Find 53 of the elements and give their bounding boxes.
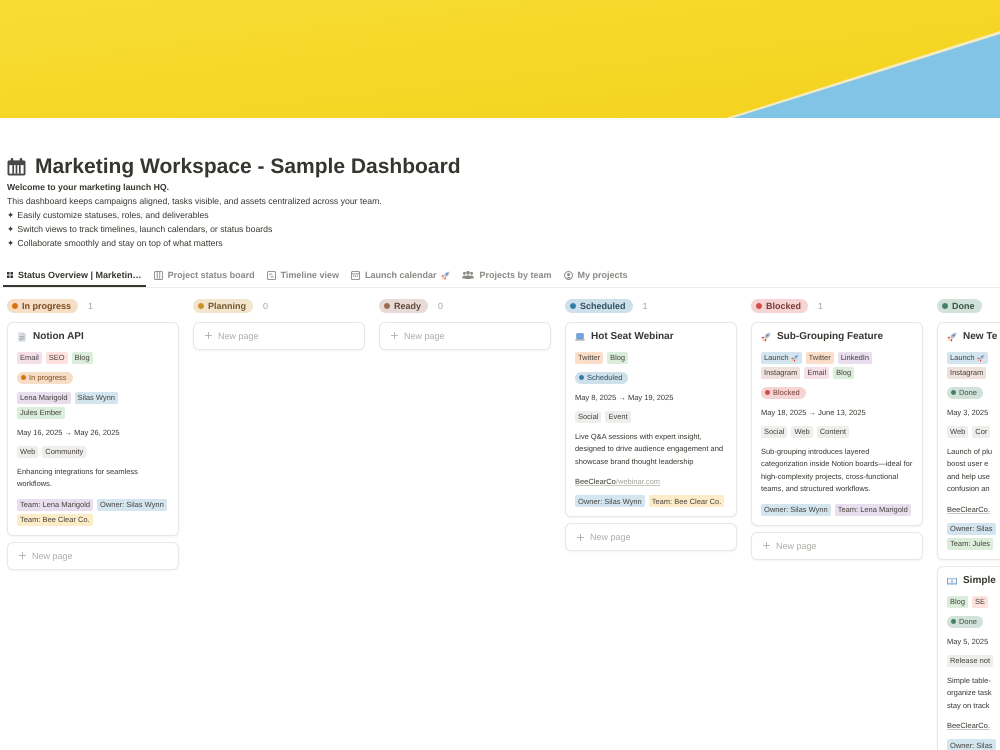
card-title: Simple [963,575,996,586]
plus-icon [577,534,584,541]
plus-icon [763,542,770,550]
view-tab[interactable]: My projects [560,266,632,287]
calendar-icon [350,270,360,280]
column-count: 1 [642,300,648,311]
view-tab[interactable]: Status Overview | Marketin… [3,266,146,287]
column-status-label: Done [952,300,974,311]
board-card[interactable] [7,322,179,536]
view-tab[interactable]: Projects by team [458,266,556,287]
board-card[interactable] [565,322,737,518]
intro-text: This dashboard keeps campaigns aligned, tasks visible, and assets centralized across your team. [7,194,383,208]
card-title: Hot Seat Webinar [591,331,674,342]
columns-icon [154,270,163,280]
board-card[interactable] [751,322,923,526]
laptop-icon [575,332,585,342]
intro-text: ✦ Collaborate smoothly and stay on top of what matters [7,236,224,250]
new-page-button[interactable]: New page [565,523,737,552]
page-title: Marketing Workspace - Sample Dashboard [35,155,461,178]
view-tab[interactable]: Project status board [150,266,259,287]
column-status-label: Scheduled [580,300,626,311]
column-status-label: In progress [22,300,72,311]
intro-text: ✦ Easily customize statuses, roles, and deliverables [7,208,210,222]
plus-icon [205,332,212,340]
column-status-label: Planning [208,300,246,311]
view-tab[interactable]: Timeline view [262,266,343,287]
rocket-icon [947,332,957,342]
calendar-icon [7,158,26,176]
card-title: Notion API [33,331,84,342]
column-status-label: Ready [394,300,422,311]
user-icon [564,270,573,280]
new-page-button[interactable]: New page [379,322,551,350]
card-title: Sub-Grouping Feature [777,331,884,342]
book-icon [947,576,957,586]
view-tab[interactable]: Launch calendar [346,266,454,287]
new-page-button[interactable]: New page [193,322,365,350]
column-count: 0 [438,300,444,311]
card-title: New Te [963,331,998,342]
grid-icon [7,272,13,278]
timeline-icon [266,270,276,280]
new-page-button[interactable]: New page [751,532,923,560]
column-status-label: Blocked [766,300,802,311]
column-count: 1 [88,300,94,311]
intro-heading: Welcome to your marketing launch HQ. [7,181,170,194]
document-icon [17,332,27,342]
column-count: 1 [818,300,824,311]
rocket-icon [761,332,771,342]
intro-text: ✦ Switch views to track timelines, launch calendars, or status boards [7,222,274,236]
plus-icon [19,552,26,560]
new-page-button[interactable]: New page [7,542,179,570]
plus-icon [391,332,398,340]
people-icon [462,271,474,280]
column-count: 0 [263,300,268,311]
